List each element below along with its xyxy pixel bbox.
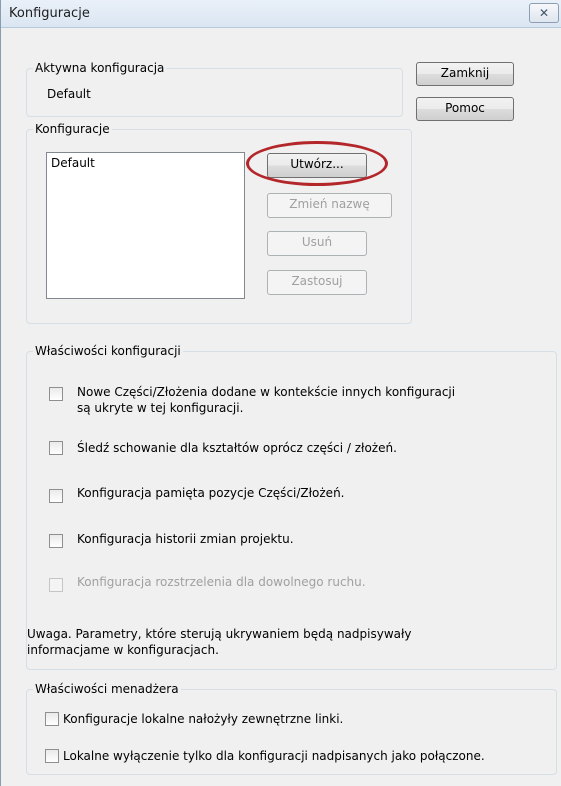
active-configuration-value: Default [47, 87, 91, 101]
title-bar[interactable]: Konfiguracje ✕ [1, 0, 561, 28]
checkbox-label: Nowe Części/Złożenia dodane w kontekście… [77, 385, 456, 399]
configuration-properties-legend: Właściwości konfiguracji [35, 344, 181, 358]
checkbox-label: Konfiguracja pamięta pozycje Części/Złoż… [77, 486, 345, 500]
close-button[interactable]: Zamknij [416, 62, 514, 86]
help-button[interactable]: Pomoc [416, 97, 514, 121]
window-title: Konfiguracje [9, 6, 90, 21]
checkbox-change-history[interactable] [49, 534, 63, 548]
checkbox-label: Konfiguracja historii zmian projektu. [77, 532, 294, 546]
checkbox-label-continued: są ukryte w tej konfiguracji. [77, 401, 244, 415]
apply-button[interactable]: Zastosuj [267, 270, 367, 295]
note-line: informacjame w konfiguracjach. [27, 643, 219, 657]
checkbox-local-external-links[interactable] [45, 712, 59, 726]
delete-button[interactable]: Usuń [267, 231, 367, 256]
active-configuration-legend: Aktywna konfiguracja [35, 61, 165, 75]
close-window-button[interactable]: ✕ [529, 3, 559, 23]
checkbox-track-hiding[interactable] [49, 441, 63, 455]
checkbox-remember-positions[interactable] [49, 489, 63, 503]
note-line: Uwaga. Parametry, które sterują ukrywani… [27, 627, 412, 641]
checkbox-label: Konfiguracje lokalne nałożyły zewnętrzne… [63, 712, 344, 726]
checkbox-label: Konfiguracja rozstrzelenia dla dowolnego… [77, 575, 366, 589]
checkbox-label: Śledź schowanie dla kształtów oprócz czę… [77, 441, 397, 455]
configurations-legend: Konfiguracje [35, 122, 110, 136]
checkbox-hidden-in-context[interactable] [49, 387, 63, 401]
list-item[interactable]: Default [47, 153, 244, 173]
configurations-dialog: Konfiguracje ✕ Aktywna konfiguracja Defa… [0, 0, 561, 786]
create-button[interactable]: Utwórz... [267, 153, 367, 178]
configurations-list[interactable]: Default [46, 152, 245, 299]
manager-properties-legend: Właściwości menadżera [35, 682, 179, 696]
properties-note: Uwaga. Parametry, które sterują ukrywani… [27, 626, 547, 658]
checkbox-explode-motion[interactable] [49, 578, 63, 592]
checkbox-local-disable-merged[interactable] [45, 749, 59, 763]
rename-button[interactable]: Zmień nazwę [267, 193, 392, 218]
close-icon: ✕ [538, 6, 550, 20]
checkbox-label: Lokalne wyłączenie tylko dla konfiguracj… [63, 749, 485, 763]
